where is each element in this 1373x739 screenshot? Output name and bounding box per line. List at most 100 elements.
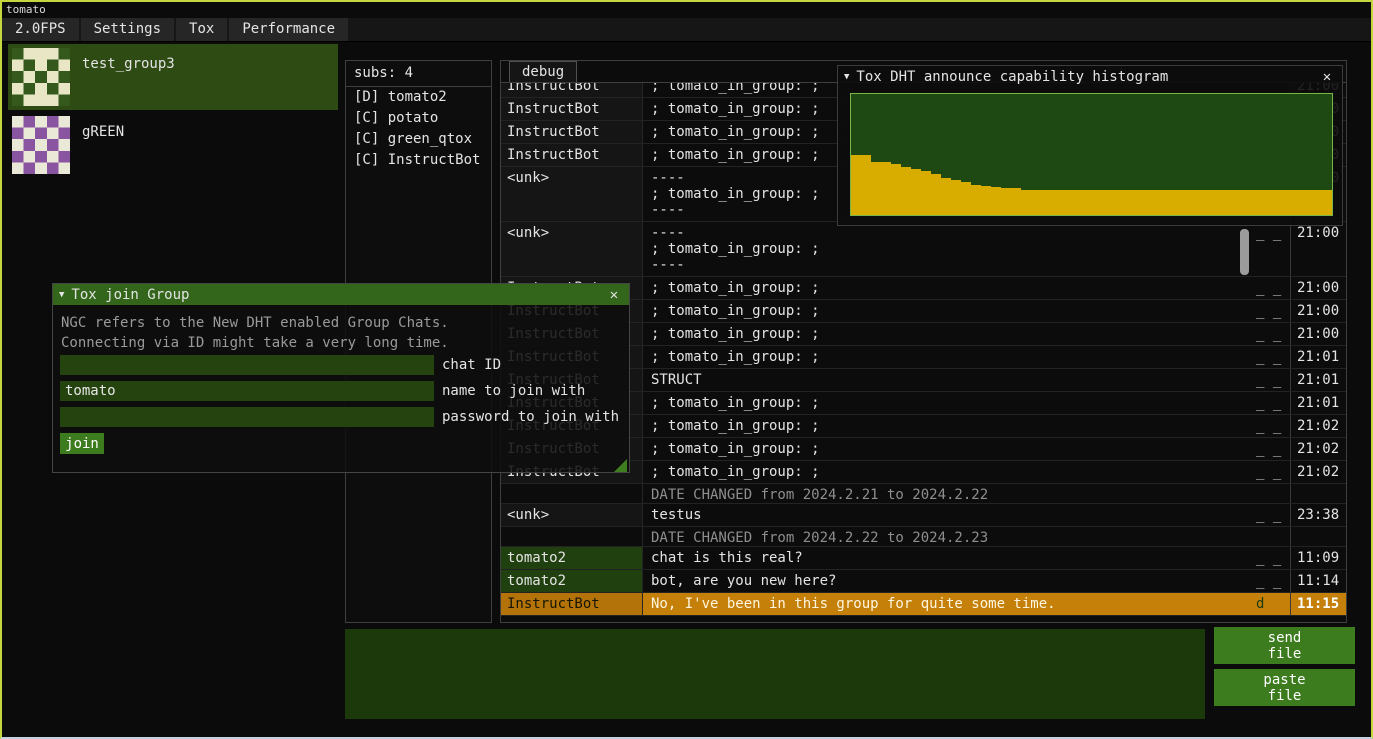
- send-file-button[interactable]: send file: [1214, 627, 1355, 664]
- join-group-titlebar[interactable]: ▼ Tox join Group ✕: [53, 284, 629, 305]
- subs-item-green-qtox[interactable]: [C] green_qtox: [346, 129, 491, 150]
- dht-histogram-titlebar[interactable]: ▼ Tox DHT announce capability histogram …: [838, 66, 1342, 87]
- message-author: InstructBot: [501, 144, 643, 166]
- group-item-test_group3[interactable]: test_group3: [8, 44, 338, 110]
- message-flags: [1254, 527, 1290, 546]
- message-text: ---- ; tomato_in_group: ; ----: [643, 222, 1254, 276]
- histogram-bar: [861, 155, 871, 216]
- message-time: [1290, 527, 1346, 546]
- message-flags: _ _: [1254, 300, 1290, 322]
- message-flags: _ _: [1254, 369, 1290, 391]
- message-text: No, I've been in this group for quite so…: [643, 593, 1254, 615]
- histogram-bar: [1071, 190, 1081, 215]
- message-flags: _ _: [1254, 547, 1290, 569]
- paste-file-button[interactable]: paste file: [1214, 669, 1355, 706]
- message-text: chat is this real?: [643, 547, 1254, 569]
- histogram-bar: [1212, 190, 1222, 215]
- collapse-icon[interactable]: ▼: [844, 72, 849, 82]
- message-flags: _ _: [1254, 346, 1290, 368]
- histogram-bar: [1272, 190, 1282, 215]
- histogram-bar: [961, 182, 971, 215]
- dht-histogram-chart: [850, 93, 1333, 216]
- chat-scrollbar-thumb[interactable]: [1240, 229, 1249, 275]
- message-author: InstructBot: [501, 98, 643, 120]
- menu-tox[interactable]: Tox: [176, 18, 227, 41]
- menu-performance[interactable]: Performance: [229, 18, 348, 41]
- message-text: DATE CHANGED from 2024.2.22 to 2024.2.23: [643, 527, 1254, 546]
- message-time: 23:38: [1290, 504, 1346, 526]
- join-password-field[interactable]: [60, 407, 434, 427]
- close-icon[interactable]: ✕: [1318, 69, 1336, 85]
- message-text: ; tomato_in_group: ;: [643, 277, 1254, 299]
- join-name-field[interactable]: [60, 381, 434, 401]
- close-icon[interactable]: ✕: [605, 287, 623, 303]
- histogram-bar: [1182, 190, 1192, 215]
- message-text: STRUCT: [643, 369, 1254, 391]
- message-time: [1290, 484, 1346, 503]
- histogram-bar: [1051, 190, 1061, 215]
- subs-item-instructbot[interactable]: [C] InstructBot: [346, 150, 491, 171]
- join-name-label: name to join with: [442, 383, 585, 399]
- message-row[interactable]: tomato2 bot, are you new here? _ _ 11:14: [501, 570, 1346, 593]
- histogram-bar: [1282, 190, 1292, 215]
- message-row-highlighted[interactable]: InstructBot No, I've been in this group …: [501, 593, 1346, 616]
- message-input[interactable]: [345, 629, 1205, 719]
- message-row[interactable]: <unk> ---- ; tomato_in_group: ; ---- _ _…: [501, 222, 1346, 277]
- histogram-bar: [911, 169, 921, 215]
- system-message-row: DATE CHANGED from 2024.2.21 to 2024.2.22: [501, 484, 1346, 504]
- message-text: testus: [643, 504, 1254, 526]
- join-info-line: Connecting via ID might take a very long…: [53, 332, 629, 352]
- message-text: ; tomato_in_group: ;: [643, 323, 1254, 345]
- window-titlebar[interactable]: tomato: [2, 2, 1371, 18]
- message-time: 21:01: [1290, 392, 1346, 414]
- group-avatar-icon: [12, 116, 70, 174]
- message-flags: _ _: [1254, 570, 1290, 592]
- message-flags: _ _: [1254, 277, 1290, 299]
- subs-header: subs: 4: [346, 61, 491, 87]
- menu-settings[interactable]: Settings: [81, 18, 174, 41]
- tab-debug[interactable]: debug: [509, 61, 577, 82]
- join-button[interactable]: join: [60, 433, 104, 454]
- histogram-bar: [1081, 190, 1091, 215]
- histogram-bar: [1151, 190, 1161, 215]
- message-time: 21:02: [1290, 415, 1346, 437]
- histogram-bar: [931, 174, 941, 215]
- message-flags: _ _: [1254, 415, 1290, 437]
- join-group-window: ▼ Tox join Group ✕ NGC refers to the New…: [52, 283, 630, 473]
- message-text: ; tomato_in_group: ;: [643, 346, 1254, 368]
- group-item-green[interactable]: gREEN: [8, 112, 338, 178]
- histogram-bar: [1292, 190, 1302, 215]
- histogram-bar: [971, 185, 981, 215]
- chat-id-field[interactable]: [60, 355, 434, 375]
- resize-grip[interactable]: [614, 459, 627, 472]
- histogram-bar: [891, 164, 901, 215]
- histogram-bar: [1001, 188, 1011, 215]
- subs-item-tomato2[interactable]: [D] tomato2: [346, 87, 491, 108]
- message-text: ; tomato_in_group: ;: [643, 438, 1254, 460]
- message-row[interactable]: <unk> testus _ _ 23:38: [501, 504, 1346, 527]
- message-flags: _ _: [1254, 392, 1290, 414]
- collapse-icon[interactable]: ▼: [59, 290, 64, 300]
- message-text: ; tomato_in_group: ;: [643, 300, 1254, 322]
- system-message-row: DATE CHANGED from 2024.2.22 to 2024.2.23: [501, 527, 1346, 547]
- message-time: 11:09: [1290, 547, 1346, 569]
- subs-item-potato[interactable]: [C] potato: [346, 108, 491, 129]
- histogram-bar: [881, 162, 891, 215]
- message-flags: _ _: [1254, 461, 1290, 483]
- histogram-bar: [981, 186, 991, 215]
- histogram-bar: [1131, 190, 1141, 215]
- app-window: tomato 2.0FPS Settings Tox Performance t…: [0, 0, 1373, 739]
- histogram-bar: [1322, 190, 1332, 215]
- group-name: gREEN: [82, 124, 124, 174]
- histogram-bar: [1202, 190, 1212, 215]
- message-flags: _ _: [1254, 222, 1290, 276]
- histogram-bar: [871, 162, 881, 215]
- join-group-body: NGC refers to the New DHT enabled Group …: [53, 305, 629, 474]
- message-time: 21:00: [1290, 277, 1346, 299]
- message-text: ; tomato_in_group: ;: [643, 415, 1254, 437]
- message-row[interactable]: tomato2 chat is this real? _ _ 11:09: [501, 547, 1346, 570]
- message-time: 21:01: [1290, 369, 1346, 391]
- histogram-bar: [1312, 190, 1322, 215]
- group-name: test_group3: [82, 56, 175, 106]
- message-flags: _ _: [1254, 323, 1290, 345]
